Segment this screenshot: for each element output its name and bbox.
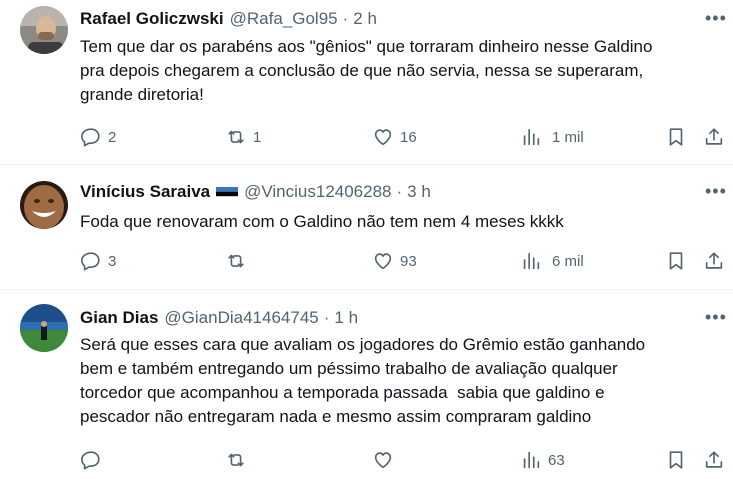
avatar-gian[interactable]	[20, 304, 68, 352]
more-icon[interactable]: •••	[705, 307, 726, 327]
more-icon[interactable]: •••	[705, 8, 726, 28]
reply-count: 2	[108, 128, 117, 146]
reply-count: 3	[108, 252, 117, 270]
like-button[interactable]: 93	[372, 249, 417, 273]
tweet-3[interactable]: Gian Dias @GianDia41464745 · 1 h ••• Ser…	[0, 290, 733, 479]
like-count: 16	[400, 128, 417, 146]
like-button[interactable]	[372, 448, 400, 472]
avatar-photo-icon	[20, 6, 68, 54]
reply-button[interactable]	[80, 448, 108, 472]
avatar-rafael[interactable]	[20, 6, 68, 54]
tweet-header: Vinícius Saraiva @Vincius12406288 · 3 h	[80, 181, 431, 203]
reply-icon	[81, 252, 100, 271]
bookmark-icon	[669, 252, 683, 270]
like-count: 93	[400, 252, 417, 270]
author-handle[interactable]: @Vincius12406288	[244, 181, 391, 203]
reply-button[interactable]: 3	[80, 249, 116, 273]
views-chart-icon	[523, 451, 540, 469]
bookmark-button[interactable]	[665, 448, 687, 472]
share-icon	[705, 252, 723, 269]
reply-icon	[81, 128, 100, 147]
avatar-vinicius[interactable]	[20, 181, 68, 229]
action-bar: 2 1 16 1 mil	[80, 125, 723, 149]
heart-icon	[374, 253, 392, 270]
action-bar: 63	[80, 448, 723, 472]
author-name[interactable]: Vinícius Saraiva	[80, 181, 210, 203]
heart-icon	[374, 452, 392, 469]
bookmark-icon	[669, 451, 683, 469]
tweet-text: Será que esses cara que avaliam os jogad…	[80, 335, 646, 426]
tweet-text: Tem que dar os parabéns aos "gênios" que…	[80, 37, 653, 104]
views-chart-icon	[523, 252, 540, 270]
avatar-photo-icon	[20, 304, 68, 352]
views-count: 1 mil	[552, 128, 584, 146]
separator-dot: ·	[342, 9, 349, 28]
bookmark-button[interactable]	[665, 125, 687, 149]
retweet-button[interactable]	[225, 448, 253, 472]
share-button[interactable]	[703, 125, 725, 149]
author-name[interactable]: Gian Dias	[80, 307, 158, 329]
tweet-header: Rafael Goliczwski @Rafa_Gol95 · 2 h	[80, 8, 377, 30]
reply-button[interactable]: 2	[80, 125, 116, 149]
reply-icon	[81, 451, 100, 470]
retweet-icon	[228, 130, 244, 144]
retweet-count: 1	[253, 128, 262, 146]
tweet-header: Gian Dias @GianDia41464745 · 1 h	[80, 307, 358, 329]
retweet-button[interactable]	[225, 249, 253, 273]
tweet-text: Foda que renovaram com o Galdino não tem…	[80, 212, 564, 231]
views-chart-icon	[523, 128, 540, 146]
bookmark-button[interactable]	[665, 249, 687, 273]
retweet-icon	[228, 453, 244, 467]
avatar-photo-icon	[20, 181, 68, 229]
share-button[interactable]	[703, 448, 725, 472]
author-handle[interactable]: @Rafa_Gol95	[230, 8, 338, 30]
timestamp[interactable]: 3 h	[407, 181, 431, 203]
retweet-icon	[228, 254, 244, 268]
share-icon	[705, 128, 723, 145]
like-button[interactable]: 16	[372, 125, 417, 149]
share-button[interactable]	[703, 249, 725, 273]
timestamp[interactable]: 1 h	[334, 307, 358, 329]
separator-dot: ·	[323, 308, 330, 327]
views-button[interactable]: 6 mil	[520, 249, 584, 273]
estonia-flag-icon	[216, 185, 239, 199]
bookmark-icon	[669, 128, 683, 146]
author-name[interactable]: Rafael Goliczwski	[80, 8, 224, 30]
views-count: 6 mil	[552, 252, 584, 270]
author-handle[interactable]: @GianDia41464745	[164, 307, 318, 329]
retweet-button[interactable]: 1	[225, 125, 261, 149]
tweet-1[interactable]: Rafael Goliczwski @Rafa_Gol95 · 2 h ••• …	[0, 0, 733, 165]
share-icon	[705, 451, 723, 468]
tweet-2[interactable]: Vinícius Saraiva @Vincius12406288 · 3 h …	[0, 165, 733, 290]
timestamp[interactable]: 2 h	[353, 8, 377, 30]
action-bar: 3 93 6 mil	[80, 249, 723, 273]
views-button[interactable]: 63	[520, 448, 565, 472]
views-button[interactable]: 1 mil	[520, 125, 584, 149]
separator-dot: ·	[396, 182, 403, 201]
heart-icon	[374, 129, 392, 146]
views-count: 63	[548, 451, 565, 469]
more-icon[interactable]: •••	[705, 181, 726, 201]
